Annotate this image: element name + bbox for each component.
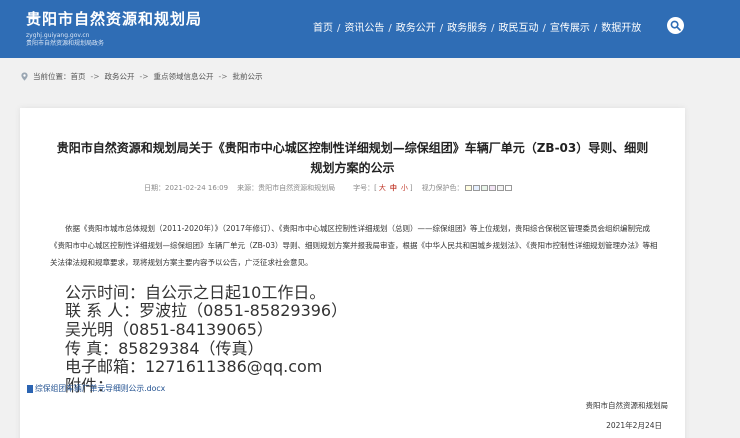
- article-date: 日期：2021-02-24 16:09: [144, 184, 229, 192]
- search-button[interactable]: [667, 17, 684, 34]
- vision-color-swatch[interactable]: [464, 185, 472, 191]
- nav-news[interactable]: 资讯公告: [344, 23, 384, 34]
- breadcrumb-key-areas[interactable]: 重点领域信息公开: [154, 72, 214, 81]
- breadcrumb-separator: ->: [139, 72, 149, 81]
- signature: 贵阳市自然资源和规划局: [585, 401, 669, 410]
- nav-home[interactable]: 首页: [313, 23, 333, 34]
- breadcrumb-separator: ->: [90, 72, 100, 81]
- site-header: 贵阳市自然资源和规划局 zyghj.guiyang.gov.cn 贵阳市自然资源…: [0, 0, 740, 58]
- font-size-bracket-open: [: [374, 184, 377, 192]
- article-source: 来源：贵阳市自然资源和规划局: [237, 184, 336, 192]
- font-size-label: 字号：: [353, 184, 375, 192]
- breadcrumb-pre-approval[interactable]: 批前公示: [233, 72, 263, 81]
- nav-separator: /: [491, 23, 495, 34]
- breadcrumb-separator: ->: [218, 72, 228, 81]
- attachment-link[interactable]: 综保组团车辆厂单元导细则公示.docx: [27, 383, 165, 394]
- site-logo[interactable]: 贵阳市自然资源和规划局 zyghj.guiyang.gov.cn 贵阳市自然资源…: [26, 8, 202, 48]
- vision-color-swatch[interactable]: [472, 185, 480, 191]
- nav-separator: /: [542, 23, 546, 34]
- sign-date: 2021年2月24日: [606, 421, 662, 430]
- nav-separator: /: [593, 23, 598, 34]
- site-title: 贵阳市自然资源和规划局: [26, 10, 203, 28]
- font-size-large-button[interactable]: 大: [379, 184, 386, 192]
- article-body: 依据《贵阳市城市总体规划（2011-2020年）》（2017年修订）、《贵阳市中…: [50, 220, 663, 271]
- article-title: 贵阳市自然资源和规划局关于《贵阳市中心城区控制性详细规划—综保组团》车辆厂单元（…: [56, 141, 649, 175]
- font-size-small-button[interactable]: 小: [401, 184, 408, 192]
- document-icon: [27, 385, 33, 393]
- vision-color-swatch[interactable]: [496, 185, 504, 191]
- search-icon: [670, 20, 681, 31]
- site-url: zyghj.guiyang.gov.cn: [26, 32, 90, 39]
- breadcrumb-prefix: 当前位置：: [33, 72, 71, 81]
- body-paragraph: 依据《贵阳市城市总体规划（2011-2020年）》（2017年修订）、《贵阳市中…: [50, 224, 658, 267]
- breadcrumb-home[interactable]: 首页: [71, 72, 86, 81]
- attachment-filename: 综保组团车辆厂单元导细则公示.docx: [35, 384, 166, 393]
- nav-showcase[interactable]: 宣传展示: [550, 23, 590, 34]
- font-size-bracket-close: ]: [409, 184, 413, 192]
- nav-interaction[interactable]: 政民互动: [499, 23, 539, 34]
- main-nav: 首页 / 资讯公告 / 政务公开 / 政务服务 / 政民互动 / 宣传展示 / 数据开放: [313, 19, 641, 34]
- breadcrumb-gov-open[interactable]: 政务公开: [105, 72, 135, 81]
- vision-color-swatch[interactable]: [480, 185, 488, 191]
- location-pin-icon: [21, 72, 28, 81]
- vision-color-swatch[interactable]: [504, 185, 512, 191]
- vision-color-swatch[interactable]: [488, 185, 496, 191]
- font-size-medium-button[interactable]: 中: [390, 184, 397, 192]
- article-meta: 日期：2021-02-24 16:09 来源：贵阳市自然资源和规划局 字号：[大中小…: [144, 183, 512, 193]
- nav-gov-service[interactable]: 政务服务: [447, 23, 487, 34]
- site-subtitle: 贵阳市自然资源和规划局政务: [26, 40, 105, 47]
- nav-separator: /: [439, 23, 444, 34]
- nav-gov-open[interactable]: 政务公开: [396, 23, 436, 34]
- nav-separator: /: [388, 23, 392, 34]
- nav-separator: /: [337, 23, 341, 34]
- vision-color-label: 视力保护色：: [421, 184, 464, 192]
- breadcrumb: 当前位置：首页 -> 政务公开 -> 重点领域信息公开 -> 批前公示: [20, 71, 263, 82]
- nav-open-data[interactable]: 数据开放: [601, 23, 641, 34]
